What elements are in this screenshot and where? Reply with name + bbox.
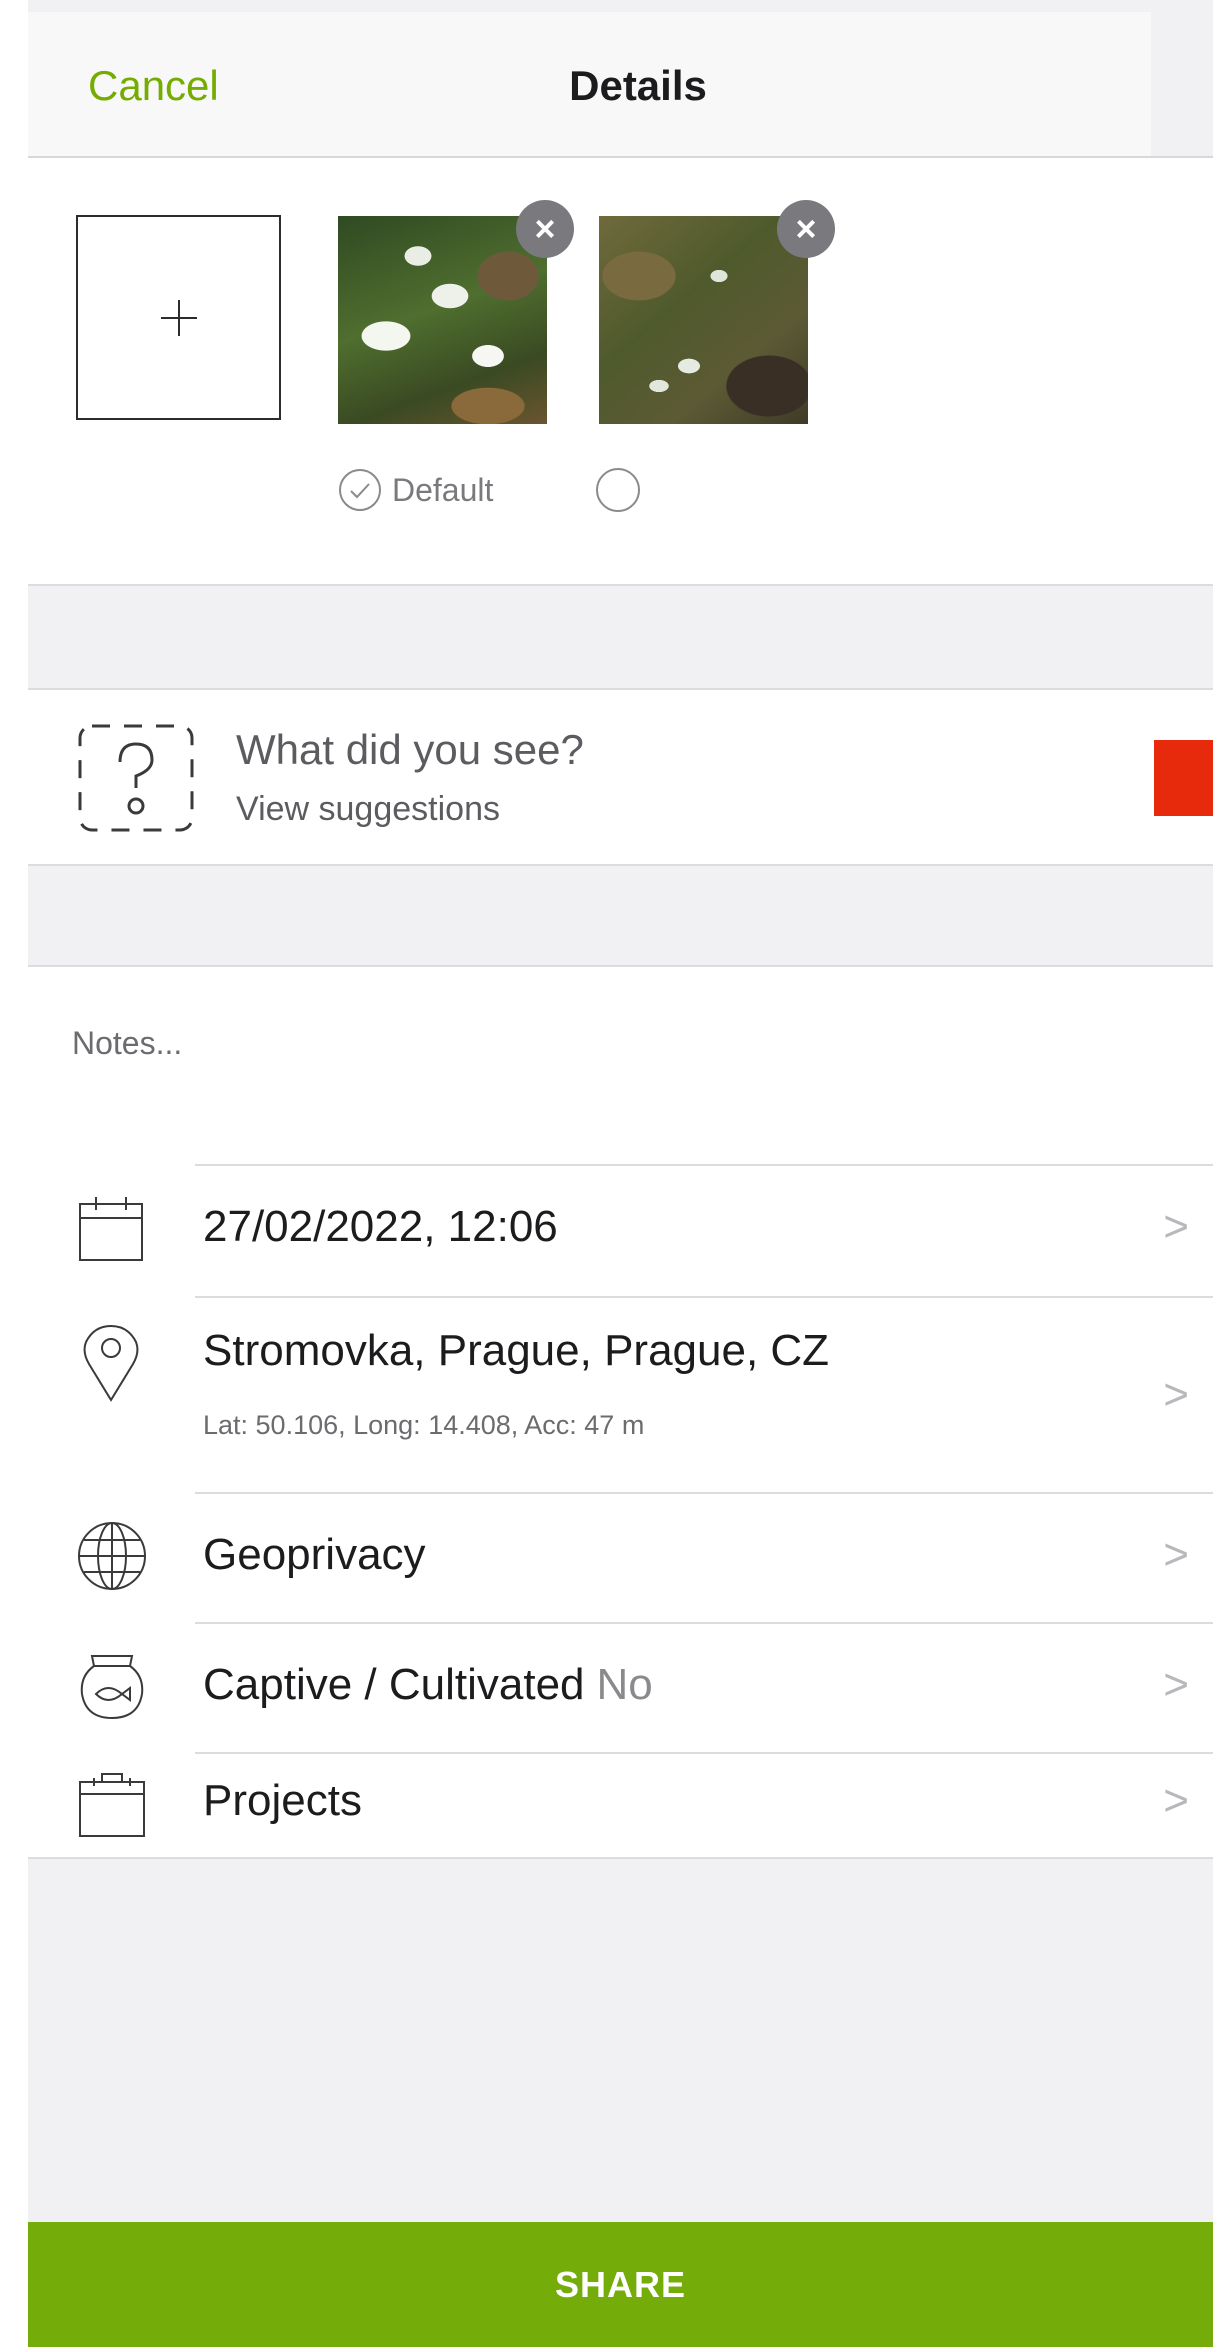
identification-title: What did you see? (236, 726, 584, 773)
photo-thumbnail-2[interactable] (599, 216, 808, 424)
page-title: Details (569, 62, 707, 109)
details-section: Notes... 27/02/2022, 12:06 > Stromovka, … (28, 965, 1213, 1859)
view-suggestions-link[interactable]: View suggestions (236, 790, 500, 829)
fishbowl-icon (80, 1655, 144, 1720)
unknown-species-icon (78, 724, 194, 832)
chevron-right-icon: > (1163, 1660, 1189, 1709)
notes-field[interactable]: Notes... (72, 1025, 182, 1062)
location-coordinates: Lat: 50.106, Long: 14.408, Acc: 47 m (203, 1410, 645, 1440)
plus-icon (160, 299, 197, 336)
nav-right-edge (1151, 12, 1213, 156)
chevron-right-icon: > (1163, 1370, 1189, 1419)
share-label: SHARE (554, 2263, 687, 2305)
projects-row[interactable]: Projects > (28, 1754, 1213, 1855)
checkmark-circle-icon (339, 469, 381, 511)
date-label: 27/02/2022, 12:06 (203, 1202, 558, 1251)
location-row[interactable]: Stromovka, Prague, Prague, CZ Lat: 50.10… (28, 1298, 1213, 1492)
photos-section: × × Default (28, 158, 1213, 586)
captive-title: Captive / Cultivated (203, 1660, 585, 1709)
observation-details-screen: Cancel Details × × Default What did you … (28, 0, 1213, 2347)
chevron-right-icon: > (1163, 1202, 1189, 1251)
share-button[interactable]: SHARE (28, 2222, 1213, 2347)
remove-photo-1-button[interactable]: × (516, 200, 574, 258)
geoprivacy-label: Geoprivacy (203, 1530, 426, 1579)
location-label: Stromovka, Prague, Prague, CZ (203, 1326, 830, 1375)
photo-thumbnail-1[interactable] (338, 216, 547, 424)
identification-row[interactable]: What did you see? View suggestions (28, 688, 1213, 866)
calendar-icon (79, 1197, 143, 1261)
projects-label: Projects (203, 1776, 362, 1825)
date-row[interactable]: 27/02/2022, 12:06 > (28, 1166, 1213, 1296)
location-pin-icon (83, 1324, 139, 1402)
remove-photo-2-button[interactable]: × (777, 200, 835, 258)
default-photo-1-radio[interactable]: Default (338, 468, 493, 512)
close-icon: × (795, 208, 817, 249)
nav-bar: Cancel Details (28, 12, 1213, 158)
captive-value: No (596, 1660, 653, 1709)
red-marker (1154, 740, 1213, 816)
briefcase-icon (79, 1773, 145, 1837)
captive-label: Captive / Cultivated No (203, 1660, 653, 1710)
default-label: Default (392, 471, 494, 508)
close-icon: × (534, 208, 556, 249)
captive-row[interactable]: Captive / Cultivated No > (28, 1624, 1213, 1752)
globe-icon (78, 1522, 146, 1590)
add-photo-button[interactable] (76, 215, 281, 420)
chevron-right-icon: > (1163, 1776, 1189, 1825)
geoprivacy-row[interactable]: Geoprivacy > (28, 1494, 1213, 1622)
default-photo-2-radio[interactable] (596, 468, 640, 512)
chevron-right-icon: > (1163, 1530, 1189, 1579)
